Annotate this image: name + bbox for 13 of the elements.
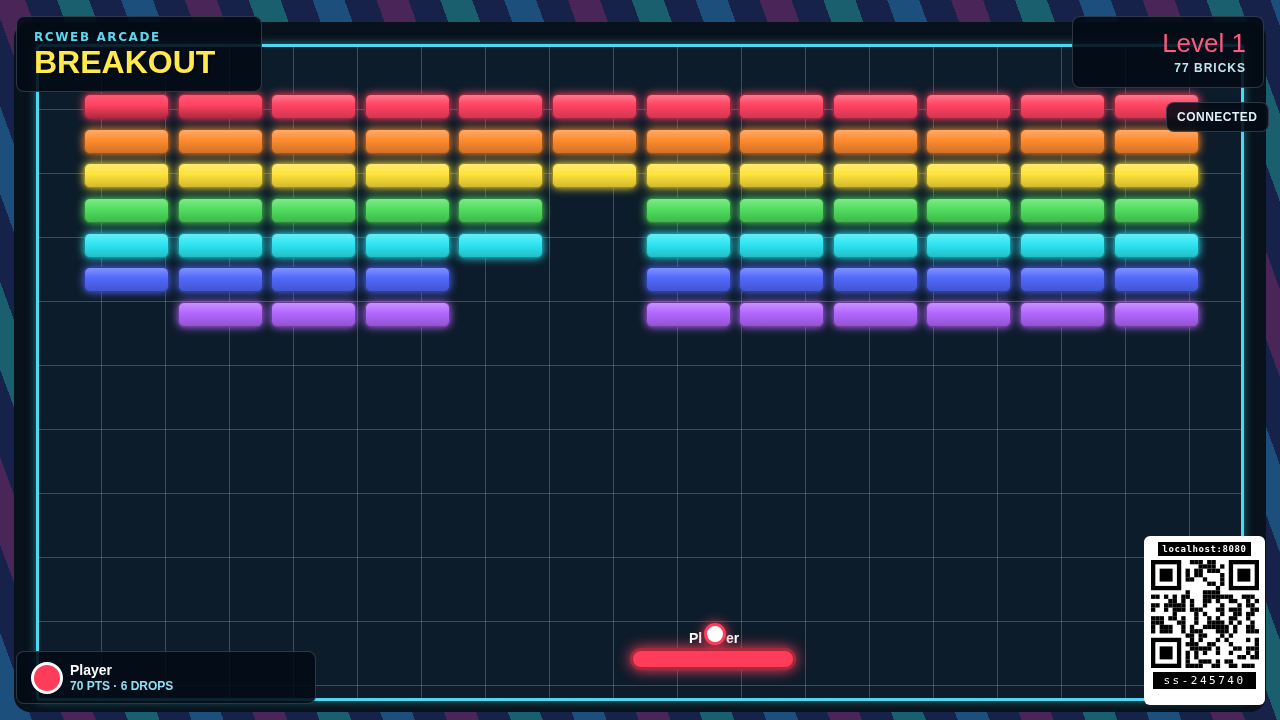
player-stats: 70 PTS · 6 DROPS bbox=[70, 679, 174, 693]
level-label: Level 1 bbox=[1162, 27, 1246, 59]
connection-status: CONNECTED bbox=[1166, 102, 1269, 132]
player-name: Player bbox=[70, 662, 114, 678]
brick-count: 77 BRICKS bbox=[1174, 61, 1246, 75]
game-title: BREAKOUT bbox=[34, 44, 217, 80]
server-address: localhost:8080 bbox=[1158, 542, 1251, 556]
qr-code-icon bbox=[1150, 560, 1259, 668]
ball bbox=[704, 623, 726, 645]
session-code: ss-245740 bbox=[1153, 672, 1256, 689]
paddle-label: Pl bbox=[689, 630, 703, 646]
brand-label: RCWEB ARCADE bbox=[34, 30, 162, 44]
paddle-label: er bbox=[726, 630, 740, 646]
